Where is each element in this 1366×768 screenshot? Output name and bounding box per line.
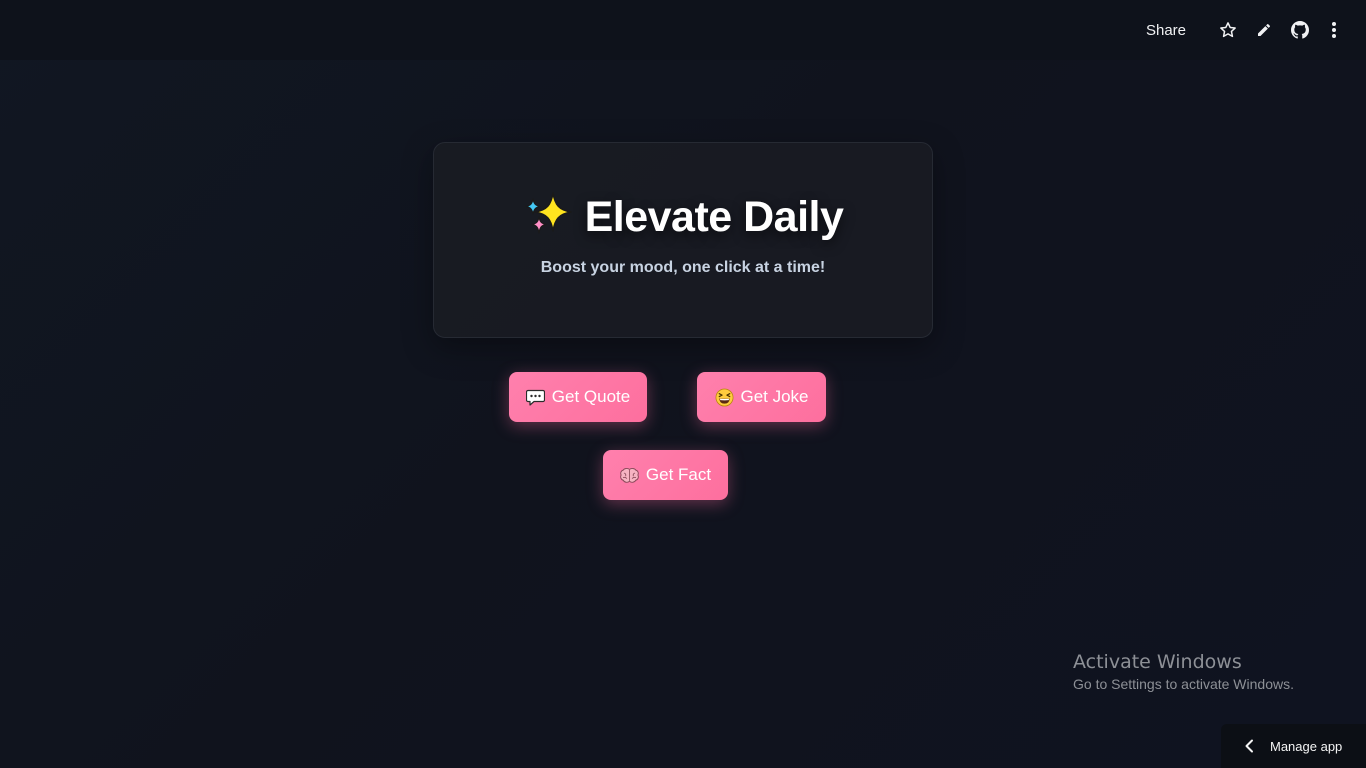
get-fact-button[interactable]: Get Fact: [603, 450, 728, 500]
get-quote-label: Get Quote: [551, 387, 631, 406]
pencil-icon[interactable]: [1252, 18, 1276, 42]
page-subtitle: Boost your mood, one click at a time!: [540, 259, 826, 276]
speech-balloon-icon: [526, 387, 546, 407]
toolbar-actions: Share: [1146, 18, 1346, 42]
manage-app-label: Manage app: [1270, 738, 1343, 754]
top-toolbar: Share: [0, 0, 1366, 60]
share-button[interactable]: Share: [1146, 22, 1186, 39]
get-joke-button[interactable]: Get Joke: [697, 372, 826, 422]
get-fact-label: Get Fact: [645, 465, 712, 484]
more-vertical-icon[interactable]: [1322, 18, 1346, 42]
chevron-left-icon: [1242, 739, 1256, 753]
manage-app-button[interactable]: Manage app: [1221, 724, 1366, 768]
activate-windows-watermark: Activate Windows Go to Settings to activ…: [1073, 651, 1353, 693]
sparkles-icon: [523, 191, 573, 237]
watermark-title: Activate Windows: [1073, 651, 1242, 673]
page-title: Elevate Daily: [584, 193, 844, 241]
grinning-squinting-face-icon: [714, 387, 734, 407]
get-joke-label: Get Joke: [740, 387, 809, 406]
star-icon[interactable]: [1216, 18, 1240, 42]
github-icon[interactable]: [1288, 18, 1312, 42]
watermark-subtitle: Go to Settings to activate Windows.: [1073, 676, 1294, 692]
page-title-row: Elevate Daily: [434, 191, 932, 242]
brain-icon: [620, 465, 640, 485]
get-quote-button[interactable]: Get Quote: [509, 372, 647, 422]
hero-card: Elevate Daily Boost your mood, one click…: [433, 142, 933, 338]
